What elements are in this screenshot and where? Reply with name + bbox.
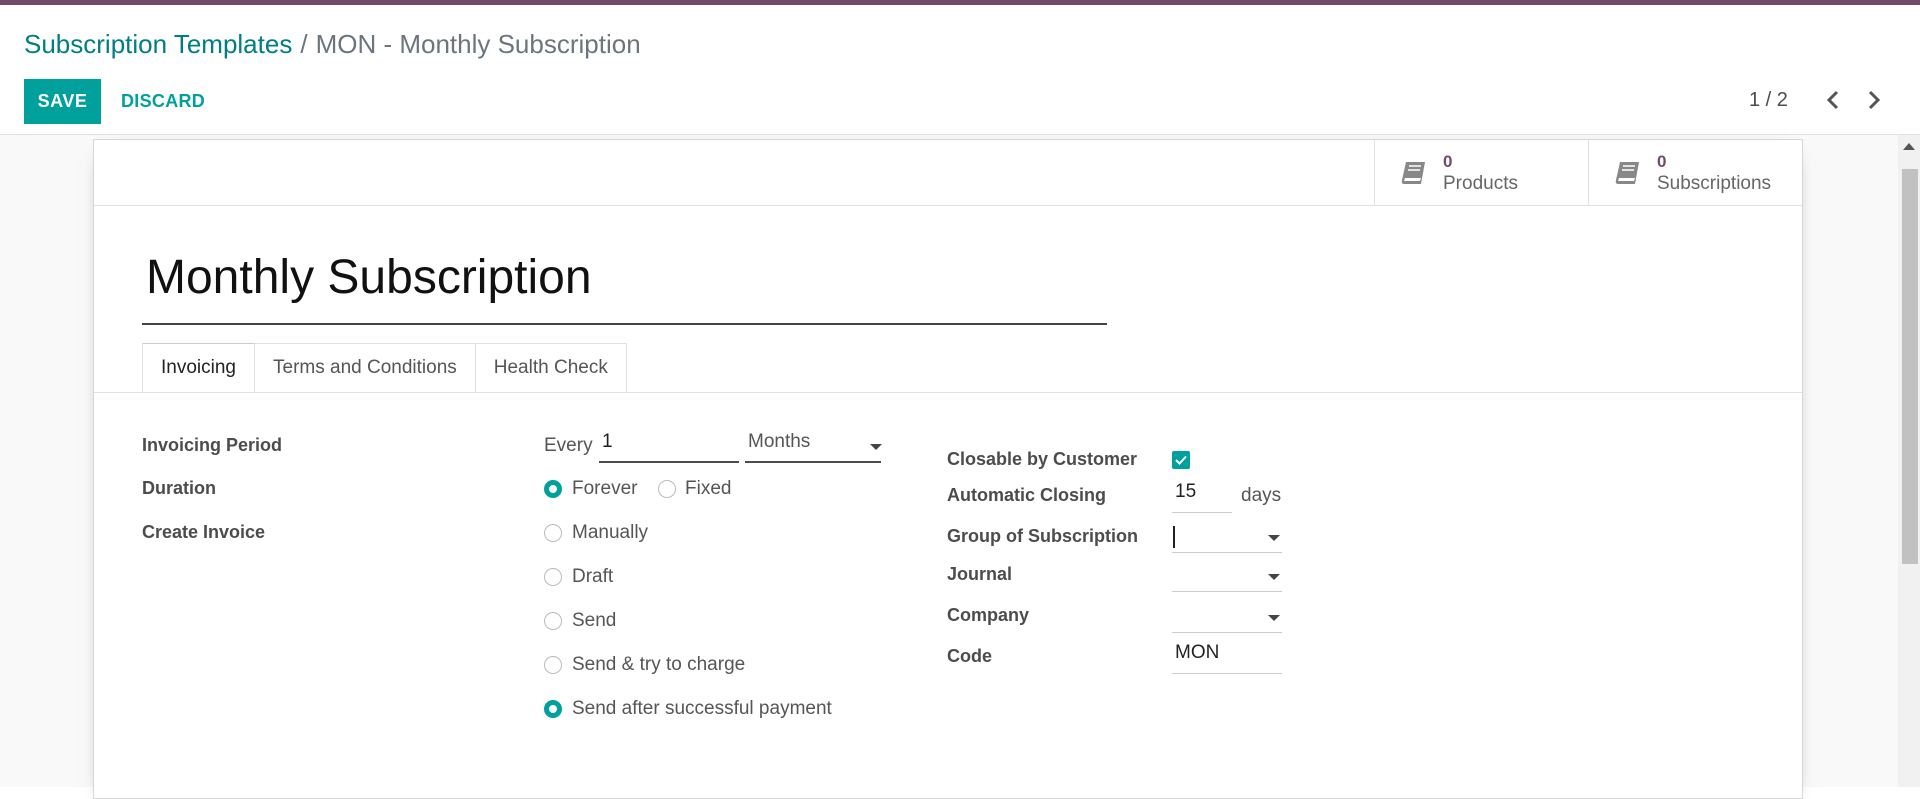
text-cursor	[1173, 526, 1175, 548]
create-invoice-send-try-charge-label[interactable]: Send & try to charge	[572, 654, 745, 676]
create-invoice-send-after-payment-radio[interactable]	[544, 700, 562, 718]
company-label: Company	[947, 605, 1030, 625]
invoicing-period-interval-input[interactable]: 1	[599, 431, 739, 463]
control-panel: Subscription Templates / MON - Monthly Sub…	[0, 5, 1920, 135]
button-box-divider	[94, 205, 1802, 206]
book-icon	[1615, 161, 1639, 184]
products-label: Products	[1443, 172, 1518, 194]
create-invoice-draft-radio[interactable]	[544, 568, 562, 586]
book-icon	[1401, 161, 1425, 184]
subscriptions-label: Subscriptions	[1657, 172, 1772, 194]
vertical-scrollbar[interactable]	[1898, 135, 1920, 787]
group-of-subscription-select[interactable]	[1172, 521, 1282, 553]
pager-next-button[interactable]	[1859, 85, 1889, 115]
tabs-divider	[94, 392, 1802, 393]
products-count: 0	[1443, 151, 1453, 171]
scrollbar-thumb[interactable]	[1902, 169, 1918, 564]
invoicing-period-label: Invoicing Period	[142, 435, 283, 455]
template-name-input[interactable]: Monthly Subscription	[142, 245, 1107, 325]
pager-value[interactable]: 1 / 2	[1749, 89, 1788, 112]
create-invoice-manually-radio[interactable]	[544, 524, 562, 542]
form-sheet: 0 Products 0 Subscriptions Monthly Subsc…	[93, 139, 1803, 799]
chevron-left-icon	[1826, 90, 1839, 110]
breadcrumb: Subscription Templates / MON - Monthly Sub…	[24, 29, 641, 60]
chevron-right-icon	[1868, 90, 1881, 110]
breadcrumb-current: MON - Monthly Subscription	[315, 29, 641, 59]
pager-previous-button[interactable]	[1818, 85, 1848, 115]
automatic-closing-label: Automatic Closing	[947, 485, 1107, 505]
form-view-content: 0 Products 0 Subscriptions Monthly Subsc…	[0, 135, 1898, 799]
tab-health-check[interactable]: Health Check	[475, 343, 627, 393]
stat-button-box: 0 Products 0 Subscriptions	[1374, 140, 1802, 205]
create-invoice-draft-label[interactable]: Draft	[572, 566, 613, 588]
create-invoice-send-label[interactable]: Send	[572, 610, 616, 632]
closable-by-customer-checkbox[interactable]	[1172, 451, 1190, 469]
duration-label: Duration	[142, 478, 216, 498]
subscriptions-count: 0	[1657, 151, 1667, 171]
journal-select[interactable]	[1172, 560, 1282, 592]
scroll-up-arrow-icon[interactable]	[1903, 143, 1915, 150]
create-invoice-label: Create Invoice	[142, 522, 266, 542]
group-of-subscription-label: Group of Subscription	[947, 526, 1138, 546]
discard-button[interactable]: DISCARD	[121, 79, 205, 124]
create-invoice-send-after-payment-label[interactable]: Send after successful payment	[572, 698, 832, 720]
closable-by-customer-label: Closable by Customer	[947, 449, 1138, 469]
products-stat-button[interactable]: 0 Products	[1374, 140, 1588, 205]
save-button[interactable]: SAVE	[24, 79, 101, 124]
automatic-closing-unit: days	[1241, 485, 1282, 506]
checkmark-icon	[1175, 455, 1187, 465]
duration-fixed-label[interactable]: Fixed	[685, 478, 731, 500]
duration-forever-radio[interactable]	[544, 480, 562, 498]
invoicing-period-prefix: Every	[544, 435, 593, 456]
create-invoice-send-radio[interactable]	[544, 612, 562, 630]
breadcrumb-parent-link[interactable]: Subscription Templates	[24, 29, 292, 59]
breadcrumb-separator: /	[300, 29, 308, 59]
create-invoice-send-try-charge-radio[interactable]	[544, 656, 562, 674]
automatic-closing-input[interactable]: 15	[1172, 481, 1232, 513]
create-invoice-manually-label[interactable]: Manually	[572, 522, 648, 544]
duration-fixed-radio[interactable]	[658, 480, 676, 498]
tab-invoicing[interactable]: Invoicing	[142, 343, 255, 393]
subscriptions-stat-button[interactable]: 0 Subscriptions	[1588, 140, 1802, 205]
invoicing-period-unit-select[interactable]: Months	[745, 431, 881, 463]
notebook-tabs: Invoicing Terms and Conditions Health Ch…	[142, 343, 627, 393]
caret-down-icon	[1268, 535, 1280, 541]
caret-down-icon	[870, 444, 882, 450]
duration-forever-label[interactable]: Forever	[572, 478, 637, 500]
caret-down-icon	[1268, 574, 1280, 580]
caret-down-icon	[1268, 615, 1280, 621]
company-select[interactable]	[1172, 601, 1282, 633]
code-input[interactable]: MON	[1172, 642, 1282, 674]
journal-label: Journal	[947, 564, 1013, 584]
code-label: Code	[947, 646, 992, 666]
tab-terms-and-conditions[interactable]: Terms and Conditions	[255, 343, 476, 393]
